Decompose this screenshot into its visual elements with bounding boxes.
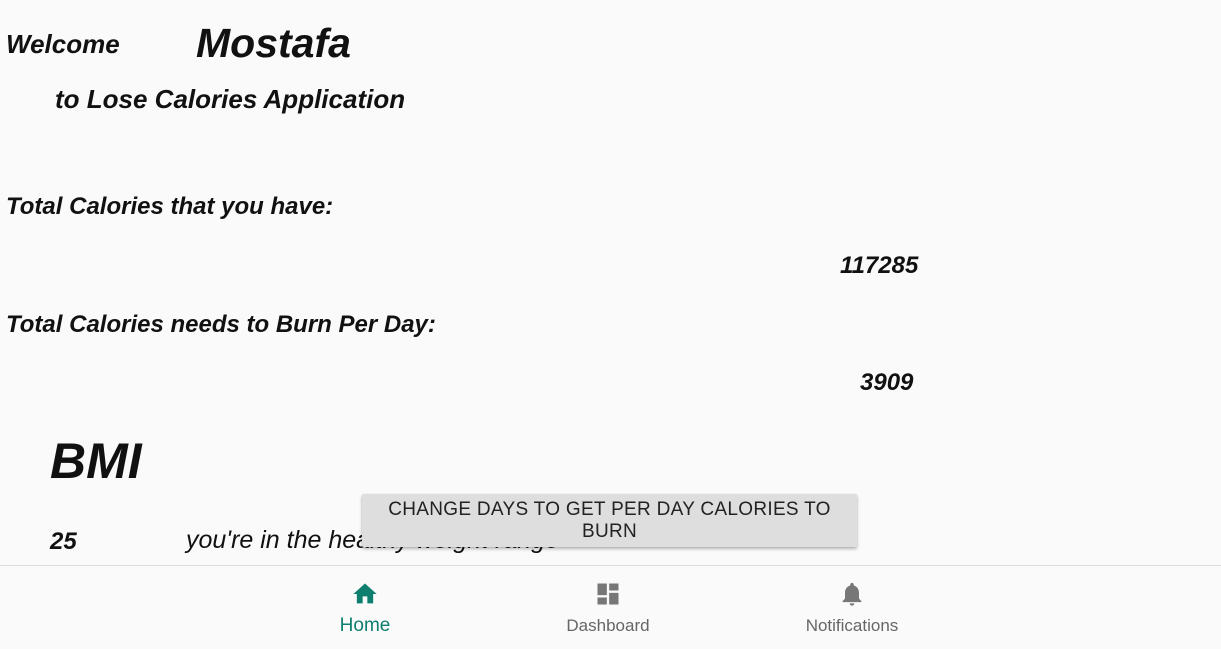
nav-label-dashboard: Dashboard — [566, 616, 650, 635]
per-day-calories-value: 3909 — [860, 369, 914, 396]
nav-label-home: Home — [339, 615, 391, 636]
total-calories-label: Total Calories that you have: — [6, 193, 334, 220]
nav-label-notifications: Notifications — [805, 616, 899, 635]
total-calories-value: 117285 — [840, 252, 919, 279]
bell-icon — [752, 580, 952, 608]
dashboard-icon — [508, 580, 708, 608]
username: Mostafa — [196, 20, 351, 66]
change-days-button[interactable]: CHANGE DAYS TO GET PER DAY CALORIES TO B… — [362, 494, 857, 547]
nav-item-home[interactable]: Home — [265, 566, 465, 649]
welcome-label: Welcome — [6, 29, 120, 59]
bottom-navigation: Home Dashboard Notifications — [0, 565, 1221, 649]
per-day-calories-label: Total Calories needs to Burn Per Day: — [6, 311, 436, 338]
home-icon — [265, 580, 465, 608]
bmi-value: 25 — [50, 528, 77, 555]
bmi-title: BMI — [50, 433, 142, 489]
app-subtitle: to Lose Calories Application — [55, 84, 406, 114]
nav-item-notifications[interactable]: Notifications — [752, 566, 952, 649]
nav-item-dashboard[interactable]: Dashboard — [508, 566, 708, 649]
